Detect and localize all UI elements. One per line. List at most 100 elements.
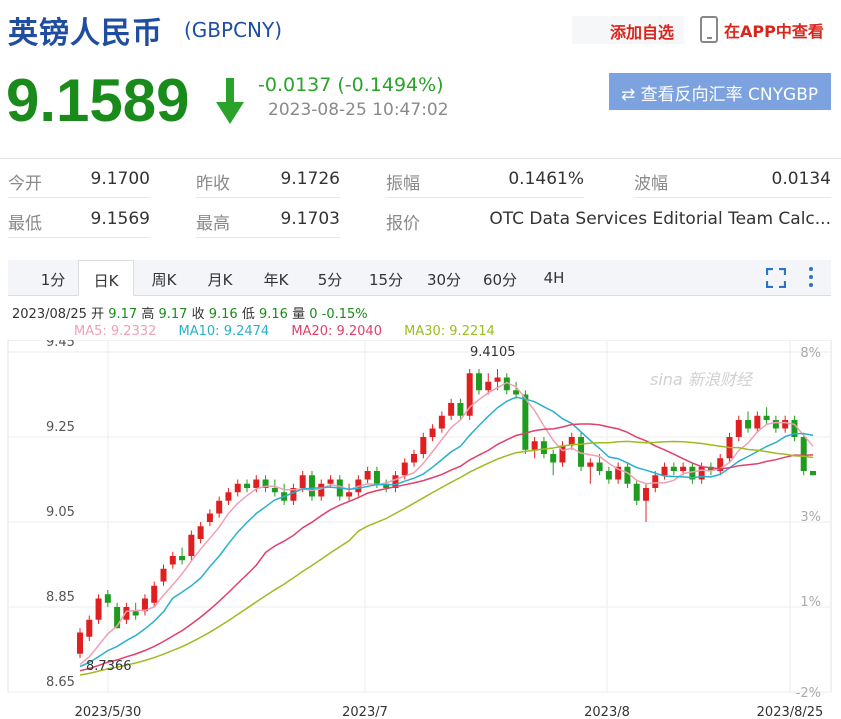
- tab-30min[interactable]: 30分: [416, 260, 472, 296]
- candle-body: [188, 534, 195, 556]
- price-change: -0.0137 (-0.1494%): [258, 74, 444, 96]
- candle-body: [633, 483, 640, 501]
- candle-body: [420, 437, 427, 454]
- add-favorite-label: 添加自选: [610, 23, 675, 42]
- amplitude-value: 0.1461%: [508, 169, 584, 189]
- candle-body: [86, 619, 93, 637]
- candle-body: [318, 483, 325, 497]
- currency-code: (GBPCNY): [184, 18, 283, 42]
- y-tick-label: 8.85: [46, 590, 75, 605]
- tab-5min[interactable]: 5分: [306, 260, 354, 296]
- y-pct-label: 1%: [800, 595, 821, 610]
- x-tick-label: 2023/5/30: [75, 705, 142, 719]
- open-label: 今开: [8, 174, 42, 194]
- down-arrow-icon: [216, 78, 244, 124]
- candle-body: [475, 373, 482, 391]
- info-close-label: 收: [191, 307, 205, 322]
- candle-body: [401, 462, 408, 476]
- low-value: 9.1569: [90, 209, 150, 229]
- y-tick-label: 9.45: [46, 340, 75, 350]
- x-tick-label: 2023/8/25: [757, 705, 824, 719]
- info-volume: 0: [309, 307, 318, 322]
- fullscreen-icon[interactable]: [766, 268, 786, 288]
- info-volume-label: 量: [292, 307, 306, 322]
- candle-body: [179, 556, 186, 561]
- candle-body: [169, 556, 176, 565]
- candle-body: [346, 492, 353, 497]
- more-icon[interactable]: [806, 266, 816, 288]
- tab-daily[interactable]: 日K: [78, 260, 134, 296]
- candle-body: [754, 415, 761, 429]
- high-value: 9.1703: [280, 209, 340, 229]
- candle-body: [438, 415, 445, 429]
- candle-body: [698, 466, 705, 480]
- max-price-label: 9.4105: [470, 345, 516, 360]
- kline-chart[interactable]: 9.45 9.25 9.05 8.85 8.65 8% 3% 1% -2% 2023/5/30 20…: [0, 340, 841, 719]
- candle-body: [735, 420, 742, 437]
- candle-body: [457, 403, 464, 416]
- candle-body: [95, 598, 102, 620]
- candle-body: [151, 585, 158, 603]
- candle-body: [550, 454, 557, 463]
- low-label: 最低: [8, 214, 42, 234]
- candle-body: [244, 483, 251, 488]
- reverse-rate-button[interactable]: ⇄ 查看反向汇率 CNYGBP: [609, 73, 831, 110]
- candle-body: [104, 594, 111, 603]
- candle-body: [253, 479, 260, 488]
- tab-weekly[interactable]: 周K: [138, 260, 190, 296]
- candle-body: [197, 526, 204, 539]
- tab-15min[interactable]: 15分: [358, 260, 414, 296]
- candle-body: [800, 437, 807, 471]
- phone-icon: [700, 16, 718, 43]
- tab-4h[interactable]: 4H: [532, 260, 576, 296]
- header: 英镑人民币 (GBPCNY) 添加自选 在APP中查看: [0, 0, 841, 62]
- info-open-label: 开: [91, 307, 105, 322]
- ma-legend: MA5: 9.2332 MA10: 9.2474 MA20: 9.2040 MA…: [74, 324, 513, 339]
- candle-body: [206, 513, 213, 522]
- add-favorite-button[interactable]: 添加自选: [572, 16, 684, 44]
- ma30-label: MA30: 9.2214: [404, 324, 495, 339]
- tab-yearly[interactable]: 年K: [250, 260, 302, 296]
- candle-body: [299, 475, 306, 488]
- candle-body: [271, 488, 278, 493]
- candle-body: [364, 471, 371, 480]
- quote-timestamp: 2023-08-25 10:47:02: [268, 100, 449, 120]
- candle-body: [522, 394, 529, 450]
- candle-body: [308, 475, 315, 497]
- info-high-label: 高: [141, 307, 155, 322]
- current-price: 9.1589: [6, 67, 190, 134]
- tab-1min[interactable]: 1分: [30, 260, 76, 296]
- candle-body: [513, 390, 520, 395]
- y-pct-label: 3%: [800, 510, 821, 525]
- candle-body: [772, 420, 779, 429]
- candle-body: [745, 420, 752, 429]
- candle-body: [782, 420, 789, 429]
- candle-body: [670, 466, 677, 471]
- candle-body: [225, 492, 232, 501]
- candle-body: [234, 483, 241, 493]
- tab-monthly[interactable]: 月K: [194, 260, 246, 296]
- candle-body: [160, 568, 167, 582]
- info-close: 9.16: [208, 307, 238, 322]
- candle-body: [605, 471, 612, 480]
- watermark-logo: sina 新浪财经: [650, 370, 754, 389]
- candle-body: [680, 466, 687, 471]
- high-label: 最高: [196, 214, 230, 234]
- page-title: 英镑人民币: [8, 16, 163, 51]
- tab-60min[interactable]: 60分: [472, 260, 528, 296]
- ma20-label: MA20: 9.2040: [291, 324, 382, 339]
- amplitude-label: 振幅: [386, 174, 420, 194]
- candle-info-line: 2023/08/25 开 9.17 高 9.17 收 9.16 低 9.16 量…: [12, 303, 368, 322]
- view-in-app-link[interactable]: 在APP中查看: [724, 18, 824, 42]
- candle-body: [327, 479, 334, 484]
- info-date: 2023/08/25: [12, 307, 87, 322]
- candle-body: [540, 441, 547, 454]
- candle-body: [411, 454, 418, 463]
- candle-body: [494, 377, 501, 382]
- ma5-line: [79, 381, 814, 665]
- candle-body: [216, 500, 223, 514]
- min-price-label: 8.7366: [86, 659, 132, 674]
- period-tabs: 1分 日K 周K 月K 年K 5分 15分 30分 60分 4H: [8, 260, 831, 296]
- candle-body: [587, 462, 594, 467]
- info-open: 9.17: [108, 307, 138, 322]
